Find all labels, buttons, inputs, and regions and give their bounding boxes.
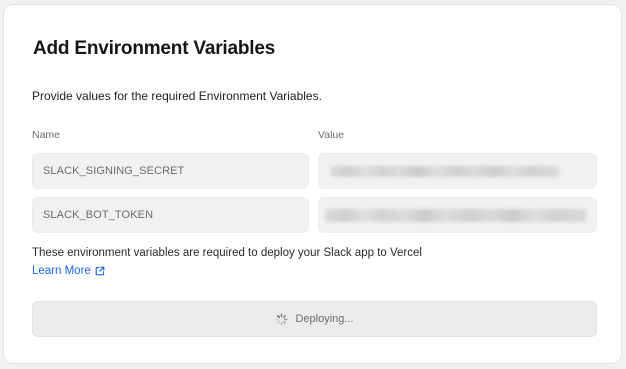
learn-more-label: Learn More [32,265,91,277]
env-name-field-slack-bot-token[interactable]: SLACK_BOT_TOKEN [32,197,309,233]
env-value-field-slack-bot-token[interactable] [318,197,597,233]
dialog-title: Add Environment Variables [33,38,276,59]
name-column-label: Name [32,129,61,141]
add-env-vars-card: Add Environment Variables Provide values… [3,4,622,364]
obscured-value [331,166,559,177]
deploy-button[interactable]: Deploying... [32,301,597,337]
value-column-label: Value [318,129,345,141]
env-value-field-slack-signing-secret[interactable] [318,153,597,189]
dialog-subtitle: Provide values for the required Environm… [32,89,322,103]
obscured-value [325,209,587,222]
spinner-icon [275,312,288,326]
env-name-field-slack-signing-secret[interactable]: SLACK_SIGNING_SECRET [32,153,309,189]
deploy-button-label: Deploying... [295,313,354,325]
help-text: These environment variables are required… [32,247,422,259]
learn-more-link[interactable]: Learn More [32,265,105,277]
external-link-icon [95,266,105,276]
